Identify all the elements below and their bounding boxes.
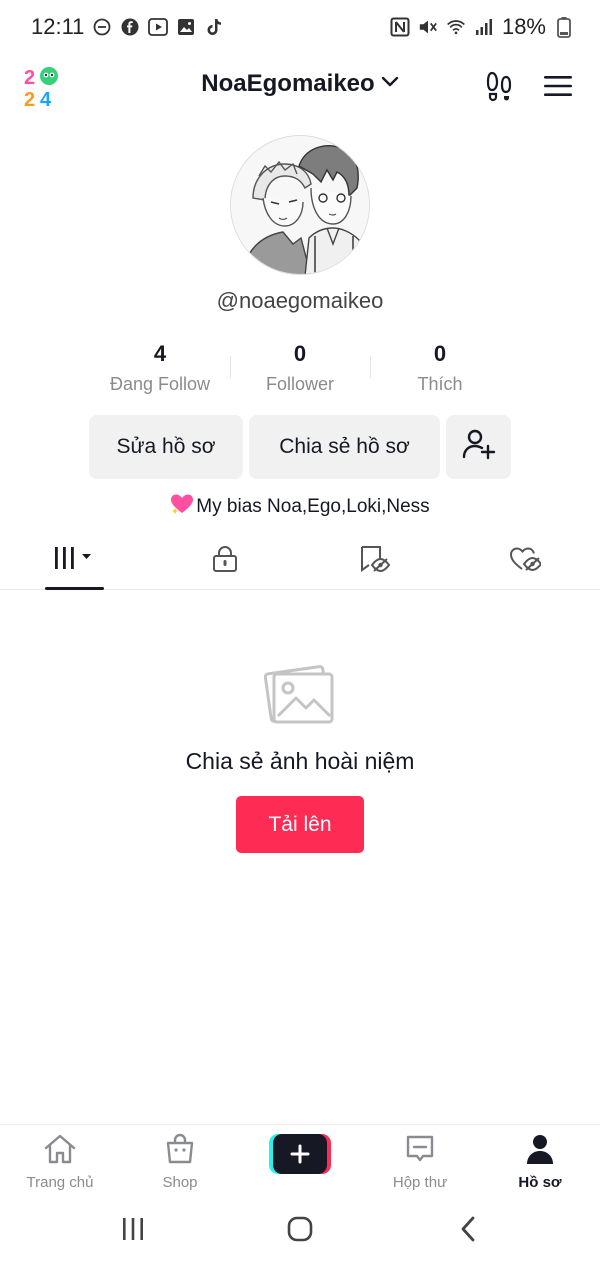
stat-label: Thích <box>417 374 463 394</box>
status-bar: 12:11 18% <box>0 0 600 56</box>
mute-icon <box>418 17 438 37</box>
nav-label: Hồ sơ <box>518 1174 562 1191</box>
stat-likes[interactable]: 0 Thích <box>370 340 510 400</box>
bookmark-icon <box>359 545 391 578</box>
profile-icon <box>524 1133 556 1170</box>
shop-icon <box>164 1133 196 1170</box>
nav-profile[interactable]: Hồ sơ <box>480 1133 600 1193</box>
facebook-icon <box>120 17 140 37</box>
stat-following[interactable]: 4 Đang Follow <box>90 340 230 400</box>
notification-icons <box>92 17 224 37</box>
inbox-icon <box>404 1133 436 1170</box>
home-button[interactable] <box>280 1216 320 1246</box>
active-tab-indicator <box>45 587 104 590</box>
share-profile-button[interactable]: Chia sẻ hồ sơ <box>249 415 440 479</box>
stat-value: 0 <box>433 341 447 366</box>
stat-value: 0 <box>293 341 307 366</box>
footprints-icon[interactable] <box>482 68 518 104</box>
nav-label: Shop <box>162 1174 198 1191</box>
tiktok-icon <box>204 17 224 37</box>
recent-apps-button[interactable] <box>113 1216 153 1246</box>
photo-icon <box>262 662 338 726</box>
profile-header: 2 2 4 NoaEgomaikeo <box>0 56 600 116</box>
signal-icon <box>474 17 494 37</box>
home-icon <box>43 1133 77 1170</box>
wifi-icon <box>446 17 466 37</box>
nav-inbox[interactable]: Hộp thư <box>360 1133 480 1193</box>
video-app-icon <box>148 17 168 37</box>
stat-label: Đang Follow <box>109 374 211 394</box>
menu-icon[interactable] <box>540 68 576 104</box>
create-button[interactable] <box>269 1134 331 1174</box>
username[interactable]: NoaEgomaikeo <box>201 70 374 98</box>
dnd-icon <box>92 17 112 37</box>
tab-saved[interactable] <box>300 532 450 590</box>
gallery-icon <box>176 17 196 37</box>
nav-shop[interactable]: Shop <box>120 1133 240 1193</box>
grid-icon <box>52 546 98 577</box>
nav-label: Trang chủ <box>26 1174 94 1191</box>
stat-label: Follower <box>265 374 335 394</box>
bottom-nav: Trang chủ Shop Hộp thư Hồ sơ <box>0 1124 600 1196</box>
add-friend-button[interactable] <box>446 415 511 479</box>
recent-apps-icon <box>120 1217 146 1246</box>
add-user-icon <box>462 428 496 466</box>
battery-icon <box>554 17 574 38</box>
empty-state-title: Chia sẻ ảnh hoài niệm <box>185 748 415 774</box>
upload-button[interactable]: Tải lên <box>236 796 364 853</box>
system-nav-bar <box>0 1196 600 1267</box>
edit-profile-button[interactable]: Sửa hồ sơ <box>89 415 243 479</box>
lock-icon <box>212 545 238 578</box>
nav-home[interactable]: Trang chủ <box>0 1133 120 1193</box>
nav-label: Hộp thư <box>392 1174 448 1191</box>
back-icon <box>459 1216 477 1247</box>
tab-liked[interactable] <box>450 532 600 590</box>
profile-bio: My bias Noa,Ego,Loki,Ness <box>0 493 600 521</box>
bio-text: My bias Noa,Ego,Loki,Ness <box>196 496 430 517</box>
battery-percent: 18% <box>501 14 546 39</box>
tab-private[interactable] <box>150 532 300 590</box>
stat-value: 4 <box>153 341 167 366</box>
chevron-down-icon[interactable] <box>381 75 399 93</box>
profile-stats: 4 Đang Follow 0 Follower 0 Thích <box>90 340 510 400</box>
sparkling-heart-icon <box>170 493 194 521</box>
nfc-icon <box>390 17 410 37</box>
profile-handle: @noaegomaikeo <box>216 288 384 313</box>
tab-videos[interactable] <box>0 532 150 590</box>
home-circle-icon <box>287 1216 313 1247</box>
status-time: 12:11 <box>31 14 85 39</box>
avatar[interactable] <box>230 135 370 275</box>
heart-hidden-icon <box>509 545 543 578</box>
stat-followers[interactable]: 0 Follower <box>230 340 370 400</box>
system-status: 18% <box>390 14 574 40</box>
back-button[interactable] <box>448 1216 488 1246</box>
content-tabs <box>0 532 600 590</box>
